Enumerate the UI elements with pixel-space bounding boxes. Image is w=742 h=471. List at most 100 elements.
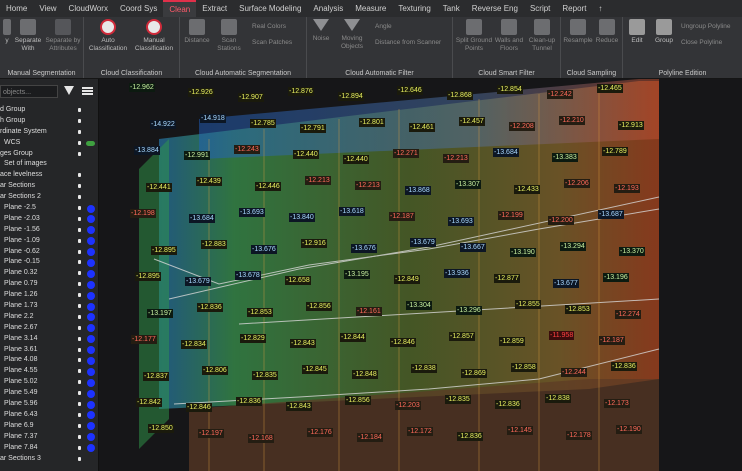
visibility-pin-icon[interactable]	[78, 325, 81, 330]
visibility-pin-icon[interactable]	[78, 314, 81, 319]
tree-item[interactable]: Plane 4.55	[0, 366, 98, 377]
tree-item[interactable]: Plane 5.96	[0, 399, 98, 410]
tree-item[interactable]: Plane 0.32	[0, 268, 98, 279]
visibility-pin-icon[interactable]	[78, 108, 81, 112]
scan-stations-button[interactable]: Scan Stations	[214, 19, 244, 53]
visibility-pin-icon[interactable]	[78, 456, 81, 461]
visibility-pin-icon[interactable]	[78, 358, 81, 363]
visibility-pin-icon[interactable]	[78, 412, 81, 417]
visibility-pin-icon[interactable]	[78, 336, 81, 341]
tree-item[interactable]: Plane 7.37	[0, 432, 98, 443]
resample-button[interactable]: Resample	[563, 19, 593, 45]
visibility-pin-icon[interactable]	[78, 260, 81, 265]
visibility-pin-icon[interactable]	[78, 282, 81, 287]
visibility-pin-icon[interactable]	[78, 380, 81, 385]
auto-classification-button[interactable]: Auto Classification	[86, 19, 130, 53]
scan-patches-button[interactable]: Scan Patches	[252, 39, 292, 46]
menu-item[interactable]: Analysis	[307, 0, 349, 17]
visibility-pin-icon[interactable]	[78, 293, 81, 298]
tree-item[interactable]: Plane -2.5	[0, 203, 98, 214]
noise-button[interactable]: Noise	[309, 19, 333, 43]
visibility-pin-icon[interactable]	[78, 173, 81, 178]
distance-button[interactable]: Distance	[182, 19, 212, 45]
visibility-pin-icon[interactable]	[78, 216, 81, 221]
distance-from-scanner-button[interactable]: Distance from Scanner	[375, 39, 441, 46]
visibility-pin-icon[interactable]	[78, 369, 81, 374]
menu-item[interactable]: Measure	[349, 0, 392, 17]
tree-item[interactable]: h Group	[0, 116, 98, 127]
clean-up-tunnel-button[interactable]: Clean-up Tunnel	[525, 19, 559, 53]
tree-item[interactable]: ges Group	[0, 149, 98, 160]
visibility-pin-icon[interactable]	[78, 151, 81, 156]
tree-item[interactable]: WCS	[0, 138, 98, 149]
ungroup-polyline-button[interactable]: Ungroup Polyline	[681, 23, 731, 30]
visibility-pin-icon[interactable]	[78, 184, 81, 189]
3d-viewport[interactable]: -12.962 -12.926 -12.907 -12.876 -12.894 -12.6…	[99, 79, 742, 471]
visibility-pin-icon[interactable]	[78, 195, 81, 200]
toggle-switch[interactable]	[86, 140, 95, 146]
menu-item[interactable]: Home	[0, 0, 33, 17]
tree-item[interactable]: Plane 3.61	[0, 345, 98, 356]
search-input[interactable]: objects...	[0, 85, 58, 98]
visibility-pin-icon[interactable]	[78, 347, 81, 352]
tree-item[interactable]: Plane 1.73	[0, 301, 98, 312]
tree-item[interactable]: Plane -0.15	[0, 257, 98, 268]
menu-item[interactable]: View	[33, 0, 62, 17]
visibility-pin-icon[interactable]	[78, 423, 81, 428]
tree-item[interactable]: ace levelness	[0, 170, 98, 181]
separate-by-attributes-button[interactable]: Separate by Attributes	[44, 19, 82, 53]
real-colors-button[interactable]: Real Colors	[252, 23, 286, 30]
reduce-button[interactable]: Reduce	[593, 19, 621, 45]
moving-objects-button[interactable]: Moving Objects	[335, 19, 369, 51]
tree-item[interactable]: Plane 6.9	[0, 421, 98, 432]
tree-item[interactable]: Plane -2.03	[0, 214, 98, 225]
visibility-pin-icon[interactable]	[78, 227, 81, 232]
menu-item[interactable]: Tank	[437, 0, 466, 17]
visibility-pin-icon[interactable]	[78, 118, 81, 123]
manual-classification-button[interactable]: Manual Classification	[132, 19, 176, 53]
menu-item[interactable]: Coord Sys	[114, 0, 163, 17]
segment-button[interactable]: y	[2, 19, 12, 45]
group-button[interactable]: Group	[651, 19, 677, 45]
visibility-pin-icon[interactable]	[78, 434, 81, 439]
tree-item[interactable]: Plane -1.56	[0, 225, 98, 236]
tree-item[interactable]: ar Sections	[0, 181, 98, 192]
visibility-pin-icon[interactable]	[78, 271, 81, 276]
menu-item[interactable]: Script	[524, 0, 556, 17]
split-ground-points-button[interactable]: Split Ground Points	[455, 19, 493, 53]
tree-item[interactable]: ar Sections 3	[0, 454, 98, 465]
tree-item[interactable]: rdinate System	[0, 127, 98, 138]
edit-button[interactable]: Edit	[625, 19, 649, 45]
tree-item[interactable]: Plane -0.62	[0, 247, 98, 258]
tree-item[interactable]: Plane 2.67	[0, 323, 98, 334]
menu-item[interactable]: Extract	[196, 0, 233, 17]
tree-item[interactable]: Plane 2.2	[0, 312, 98, 323]
visibility-pin-icon[interactable]	[78, 140, 81, 145]
tree-item[interactable]: Plane 6.43	[0, 410, 98, 421]
tree-item[interactable]: Plane 3.14	[0, 334, 98, 345]
angle-button[interactable]: Angle	[375, 23, 392, 30]
menu-item[interactable]: CloudWorx	[63, 0, 114, 17]
tree-item[interactable]: Set of images	[0, 159, 98, 170]
close-polyline-button[interactable]: Close Polyline	[681, 39, 722, 46]
tree-item[interactable]: ar Sections 2	[0, 192, 98, 203]
tree-item[interactable]: Plane 5.02	[0, 377, 98, 388]
menu-icon[interactable]	[82, 87, 93, 89]
visibility-pin-icon[interactable]	[78, 402, 81, 407]
visibility-pin-icon[interactable]	[78, 391, 81, 396]
menu-item[interactable]: Report	[556, 0, 592, 17]
menu-item[interactable]: Reverse Eng	[466, 0, 524, 17]
menu-item[interactable]: ↑	[592, 0, 608, 17]
tree-item[interactable]: d Group	[0, 105, 98, 116]
visibility-pin-icon[interactable]	[78, 206, 81, 211]
visibility-pin-icon[interactable]	[78, 445, 81, 450]
tree-item[interactable]: Plane 4.08	[0, 355, 98, 366]
tree-item[interactable]: Plane 1.26	[0, 290, 98, 301]
menu-item[interactable]: Surface Modeling	[233, 0, 307, 17]
tree-item[interactable]: Plane -1.09	[0, 236, 98, 247]
walls-and-floors-button[interactable]: Walls and Floors	[493, 19, 525, 53]
visibility-pin-icon[interactable]	[78, 238, 81, 243]
visibility-pin-icon[interactable]	[78, 129, 81, 134]
separate-with-button[interactable]: Separate With	[12, 19, 44, 53]
tree-item[interactable]: Plane 0.79	[0, 279, 98, 290]
